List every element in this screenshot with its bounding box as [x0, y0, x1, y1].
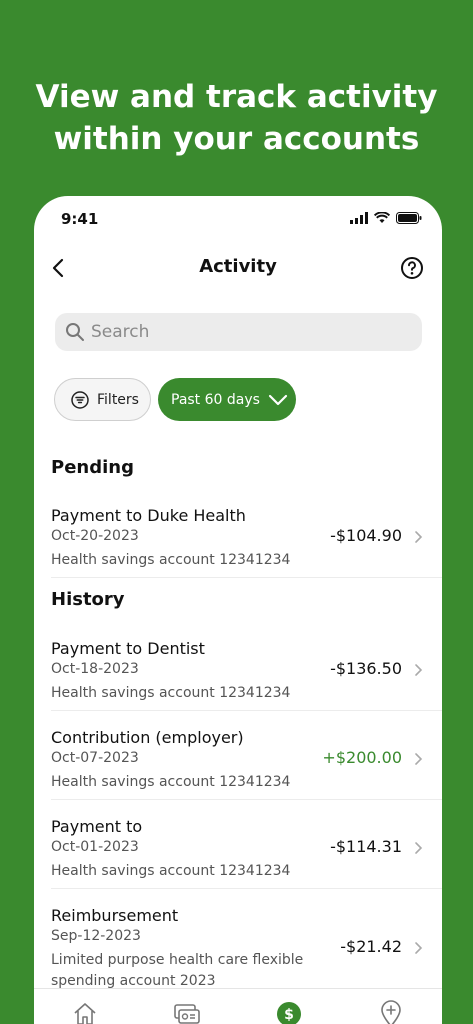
- transaction-account: Health savings account 12341234: [51, 774, 291, 790]
- cards-icon: [174, 1003, 200, 1024]
- transaction-amount: -$136.50: [330, 659, 402, 678]
- list-item[interactable]: Payment to Dentist Oct-18-2023 Health sa…: [34, 639, 442, 711]
- divider: [51, 888, 442, 889]
- battery-icon: [396, 212, 422, 224]
- help-button[interactable]: [400, 256, 424, 280]
- transaction-date: Oct-07-2023: [51, 750, 139, 766]
- section-title-history: History: [51, 589, 125, 610]
- headline-line-2: within your accounts: [53, 121, 420, 157]
- filter-icon: [71, 390, 89, 409]
- search-placeholder: Search: [91, 322, 150, 342]
- transaction-account: Limited purpose health care flexible spe…: [51, 952, 304, 989]
- chevron-right-icon: [415, 531, 423, 543]
- divider: [51, 577, 442, 578]
- transaction-date: Oct-01-2023: [51, 839, 139, 855]
- divider: [51, 710, 442, 711]
- transaction-date: Sep-12-2023: [51, 928, 141, 944]
- transaction-account: Health savings account 12341234: [51, 685, 291, 701]
- search-input[interactable]: Search: [55, 313, 422, 351]
- transaction-date: Oct-20-2023: [51, 528, 139, 544]
- search-icon: [66, 323, 84, 341]
- filters-button[interactable]: Filters: [54, 378, 151, 421]
- chevron-right-icon: [415, 753, 423, 765]
- chevron-right-icon: [415, 664, 423, 676]
- chevron-right-icon: [415, 942, 423, 954]
- status-bar: 9:41: [34, 196, 442, 244]
- transaction-title: Payment to Dentist: [51, 639, 205, 658]
- chevron-right-icon: [415, 842, 423, 854]
- list-item[interactable]: Reimbursement Sep-12-2023 Limited purpos…: [34, 906, 442, 990]
- transaction-amount: +$200.00: [322, 748, 402, 767]
- phone-screen: 9:41 Activity Search Filters Past 60 day…: [34, 196, 442, 1024]
- status-time: 9:41: [61, 210, 99, 228]
- location-icon: [381, 999, 401, 1024]
- tab-accounts[interactable]: [167, 996, 207, 1024]
- dollar-icon: $: [277, 1001, 301, 1024]
- tab-activity[interactable]: $: [269, 996, 309, 1024]
- headline: View and track activity within your acco…: [0, 76, 473, 160]
- transaction-title: Payment to Duke Health: [51, 506, 246, 525]
- home-icon: [74, 1002, 96, 1024]
- dollar-symbol: $: [284, 1007, 294, 1023]
- transaction-title: Payment to: [51, 817, 143, 836]
- headline-line-1: View and track activity: [35, 79, 438, 115]
- transaction-amount: -$104.90: [330, 526, 402, 545]
- list-item[interactable]: Contribution (employer) Oct-07-2023 Heal…: [34, 728, 442, 800]
- transaction-account: Health savings account 12341234: [51, 552, 291, 568]
- transaction-amount: -$21.42: [340, 937, 402, 956]
- divider: [51, 799, 442, 800]
- transaction-title: Reimbursement: [51, 906, 179, 925]
- list-item[interactable]: Payment to Duke Health Oct-20-2023 Healt…: [34, 506, 442, 578]
- tab-locations[interactable]: [371, 996, 411, 1024]
- tab-bar: $: [34, 988, 442, 1024]
- transaction-account: Health savings account 12341234: [51, 863, 291, 879]
- list-item[interactable]: Payment to Oct-01-2023 Health savings ac…: [34, 817, 442, 889]
- page-title: Activity: [199, 256, 277, 277]
- chevron-down-icon: [268, 394, 288, 405]
- status-icons: [350, 212, 422, 224]
- help-icon: [401, 257, 423, 279]
- transaction-amount: -$114.31: [330, 837, 402, 856]
- period-label: Past 60 days: [171, 391, 260, 408]
- period-dropdown[interactable]: Past 60 days: [158, 378, 296, 421]
- transaction-title: Contribution (employer): [51, 728, 244, 747]
- tab-home[interactable]: [65, 996, 105, 1024]
- wifi-icon: [374, 212, 390, 223]
- nav-bar: Activity: [34, 248, 442, 288]
- filters-label: Filters: [97, 391, 139, 408]
- transaction-date: Oct-18-2023: [51, 661, 139, 677]
- cellular-signal-icon: [350, 212, 368, 224]
- section-title-pending: Pending: [51, 457, 134, 478]
